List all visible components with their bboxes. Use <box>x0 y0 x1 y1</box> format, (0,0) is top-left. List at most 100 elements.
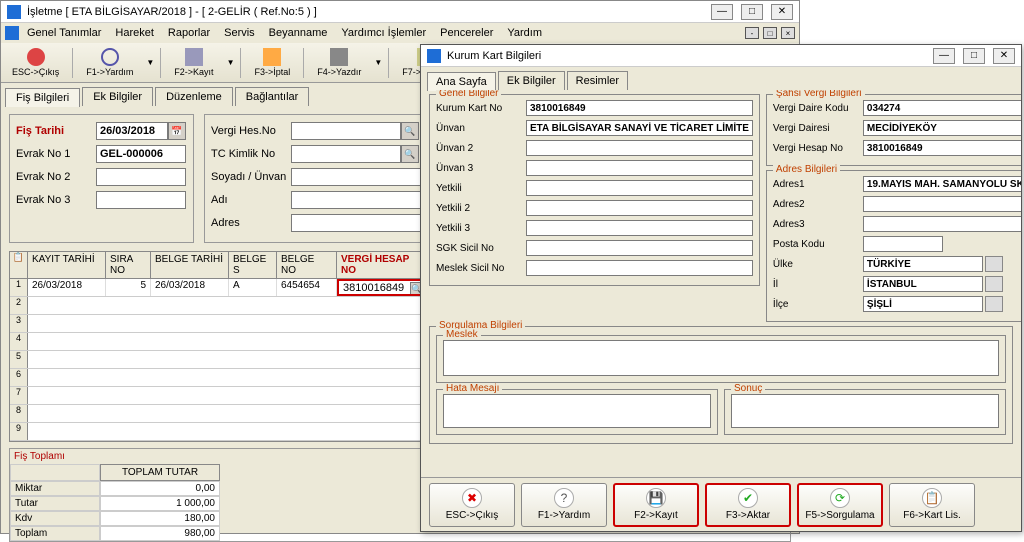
dialog-f5-sorgulama-button[interactable]: ⟳F5->Sorgulama <box>797 483 883 527</box>
dialog-esc-k--button[interactable]: ✖ESC->Çıkış <box>429 483 515 527</box>
meslek-group: Meslek <box>436 335 1006 383</box>
totals-header: TOPLAM TUTAR <box>100 464 220 481</box>
dialog-f2-kay-t-button[interactable]: 💾F2->Kayıt <box>613 483 699 527</box>
vergi-hes-label: Vergi Hes.No <box>211 125 291 137</box>
dialog-maximize-button[interactable]: □ <box>963 48 985 64</box>
dialog-title: Kurum Kart Bilgileri <box>447 50 933 62</box>
sgk-input[interactable] <box>526 240 753 256</box>
dialog-f6-kart-lis--button[interactable]: 📋F6->Kart Lis. <box>889 483 975 527</box>
close-button[interactable]: ✕ <box>771 4 793 20</box>
hata-group: Hata Mesajı <box>436 389 718 435</box>
evrak2-input[interactable] <box>96 168 186 186</box>
toolbar-help[interactable]: F1->Yardım <box>79 45 140 80</box>
grid-corner[interactable]: 📋 <box>10 252 28 278</box>
mdi-restore-button[interactable]: □ <box>763 27 777 39</box>
fis-tarihi-label: Fiş Tarihi <box>16 125 96 137</box>
tab-ek-bilgiler[interactable]: Ek Bilgiler <box>498 71 565 90</box>
toolbar-cancel[interactable]: F3->İptal <box>247 45 297 80</box>
il-lookup-icon[interactable] <box>985 276 1003 292</box>
ilce-input[interactable]: ŞİŞLİ <box>863 296 983 312</box>
ulke-input[interactable]: TÜRKİYE <box>863 256 983 272</box>
unvan2-input[interactable] <box>526 140 753 156</box>
dropdown-icon[interactable]: ▼ <box>374 58 382 67</box>
tc-label: TC Kimlik No <box>211 148 291 160</box>
evrak3-input[interactable] <box>96 191 186 209</box>
dialog-close-button[interactable]: ✕ <box>993 48 1015 64</box>
dialog-f1-yard-m-button[interactable]: ?F1->Yardım <box>521 483 607 527</box>
sahsi-vergi-group: Şahsi Vergi Bilgileri Vergi Daire Kodu03… <box>766 94 1021 166</box>
menu-item[interactable]: Beyanname <box>263 25 334 41</box>
adres2-input[interactable] <box>863 196 1021 212</box>
menu-item[interactable]: Servis <box>218 25 261 41</box>
evrak1-label: Evrak No 1 <box>16 148 96 160</box>
menu-item[interactable]: Yardım <box>501 25 548 41</box>
toolbar-save[interactable]: F2->Kayıt <box>167 45 220 80</box>
hata-textarea[interactable] <box>443 394 711 428</box>
col-belge-tarihi[interactable]: BELGE TARİHİ <box>151 252 229 278</box>
col-sira[interactable]: SIRA NO <box>106 252 151 278</box>
col-belge-no[interactable]: BELGE NO <box>277 252 337 278</box>
calendar-icon[interactable]: 📅 <box>168 122 186 140</box>
col-vergi-hesap[interactable]: VERGİ HESAP NO <box>337 252 429 278</box>
fis-tarihi-input[interactable]: 26/03/2018 <box>96 122 168 140</box>
main-titlebar: İşletme [ ETA BİLGİSAYAR/2018 ] - [ 2-GE… <box>1 1 799 23</box>
menu-item[interactable]: Hareket <box>109 25 160 41</box>
yetkili2-input[interactable] <box>526 200 753 216</box>
yetkili-input[interactable] <box>526 180 753 196</box>
dialog-minimize-button[interactable]: — <box>933 48 955 64</box>
evrak1-input[interactable]: GEL-000006 <box>96 145 186 163</box>
unvan3-input[interactable] <box>526 160 753 176</box>
tab-baglantilar[interactable]: Bağlantılar <box>235 87 310 106</box>
maximize-button[interactable]: □ <box>741 4 763 20</box>
main-menubar: Genel Tanımlar Hareket Raporlar Servis B… <box>1 23 799 43</box>
dropdown-icon[interactable]: ▼ <box>146 58 154 67</box>
vergi-hesap-input[interactable]: 3810016849 <box>863 140 1021 156</box>
tab-duzenleme[interactable]: Düzenleme <box>155 87 233 106</box>
yetkili3-input[interactable] <box>526 220 753 236</box>
dialog-toolbar: ✖ESC->Çıkış?F1->Yardım💾F2->Kayıt✔F3->Akt… <box>421 477 1021 531</box>
soyadi-label: Soyadı / Ünvan <box>211 171 291 183</box>
adres3-input[interactable] <box>863 216 1021 232</box>
menu-item[interactable]: Yardımcı İşlemler <box>335 25 432 41</box>
meslek-textarea[interactable] <box>443 340 999 376</box>
adres-label: Adres <box>211 217 291 229</box>
col-kayit-tarihi[interactable]: KAYIT TARİHİ <box>28 252 106 278</box>
col-belge-s[interactable]: BELGE S <box>229 252 277 278</box>
app-icon <box>7 5 21 19</box>
posta-kodu-input[interactable] <box>863 236 943 252</box>
meslek-sicil-input[interactable] <box>526 260 753 276</box>
tc-input[interactable] <box>291 145 401 163</box>
menu-item[interactable]: Pencereler <box>434 25 499 41</box>
lookup-icon[interactable]: 🔍 <box>401 122 419 140</box>
toolbar-exit[interactable]: ESC->Çıkış <box>5 45 66 80</box>
ilce-lookup-icon[interactable] <box>985 296 1003 312</box>
tab-fis-bilgileri[interactable]: Fiş Bilgileri <box>5 88 80 107</box>
adres1-input[interactable]: 19.MAYIS MAH. SAMANYOLU SK. 3 ŞİŞLİ İSTA… <box>863 176 1021 192</box>
menu-item[interactable]: Raporlar <box>162 25 216 41</box>
sorgulama-group: Sorgulama Bilgileri Meslek Hata Mesajı S… <box>429 326 1013 444</box>
menu-item[interactable]: Genel Tanımlar <box>21 25 107 41</box>
vergi-hes-input[interactable] <box>291 122 401 140</box>
tab-ek-bilgiler[interactable]: Ek Bilgiler <box>82 87 153 106</box>
sonuc-group: Sonuç <box>724 389 1006 435</box>
vergi-daire-kodu-input[interactable]: 034274 <box>863 100 1021 116</box>
il-input[interactable]: İSTANBUL <box>863 276 983 292</box>
evrak3-label: Evrak No 3 <box>16 194 96 206</box>
kurum-kart-input[interactable]: 3810016849 <box>526 100 753 116</box>
mdi-min-button[interactable]: - <box>745 27 759 39</box>
tab-resimler[interactable]: Resimler <box>567 71 628 90</box>
unvan-input[interactable]: ETA BİLGİSAYAR SANAYİ VE TİCARET LİMİTE <box>526 120 753 136</box>
dialog-titlebar: Kurum Kart Bilgileri — □ ✕ <box>421 45 1021 67</box>
ulke-lookup-icon[interactable] <box>985 256 1003 272</box>
kurum-kart-dialog: Kurum Kart Bilgileri — □ ✕ Ana Sayfa Ek … <box>420 44 1022 532</box>
vergi-dairesi-input[interactable]: MECİDİYEKÖY <box>863 120 1021 136</box>
lookup-icon[interactable]: 🔍 <box>401 145 419 163</box>
tab-ana-sayfa[interactable]: Ana Sayfa <box>427 72 496 91</box>
mdi-close-button[interactable]: × <box>781 27 795 39</box>
form-left-group: Fiş Tarihi26/03/2018📅 Evrak No 1GEL-0000… <box>9 114 194 243</box>
sonuc-textarea[interactable] <box>731 394 999 428</box>
minimize-button[interactable]: — <box>711 4 733 20</box>
dialog-f3-aktar-button[interactable]: ✔F3->Aktar <box>705 483 791 527</box>
dropdown-icon[interactable]: ▼ <box>227 58 235 67</box>
toolbar-print[interactable]: F4->Yazdır <box>310 45 368 80</box>
